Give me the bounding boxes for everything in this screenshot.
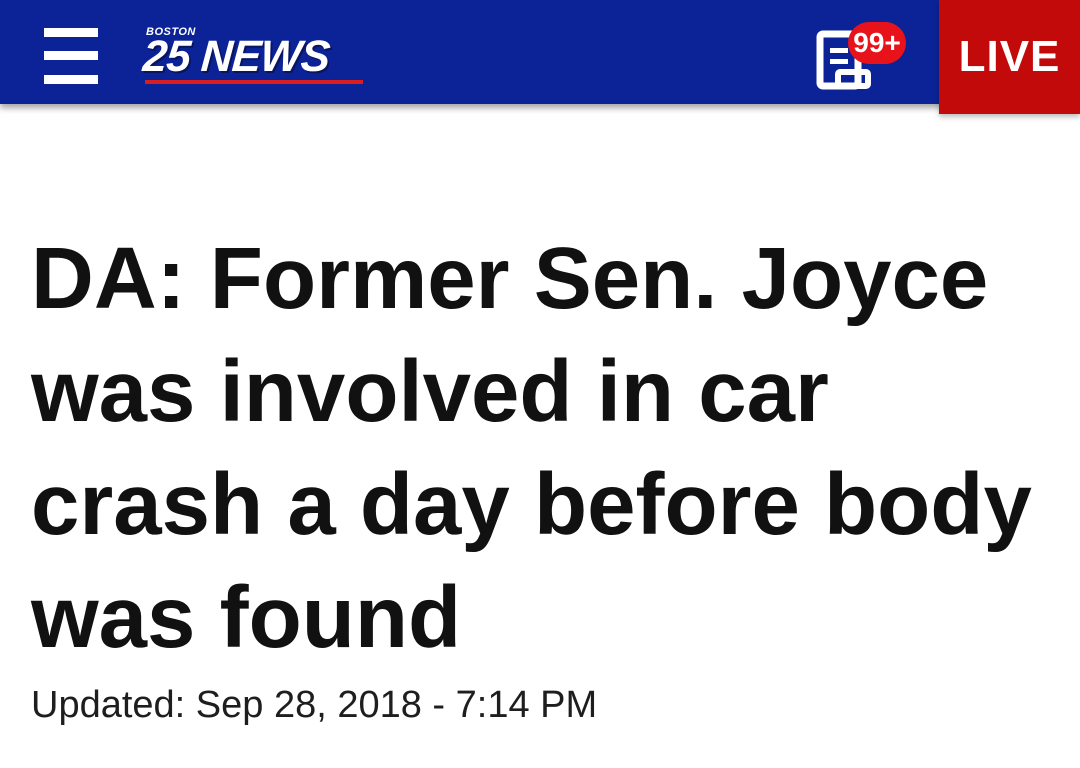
- notification-count-badge: 99+: [848, 22, 906, 64]
- article-header: DA: Former Sen. Joyce was involved in ca…: [31, 222, 1061, 728]
- site-header: BOSTON 25 NEWS 99+: [0, 0, 1080, 104]
- article-updated-timestamp: Updated: Sep 28, 2018 - 7:14 PM: [31, 684, 598, 726]
- live-button[interactable]: LIVE: [939, 0, 1080, 114]
- hamburger-menu-icon[interactable]: [44, 28, 98, 84]
- menu-bar: [44, 51, 98, 60]
- logo-underline: [145, 80, 363, 84]
- article-headline: DA: Former Sen. Joyce was involved in ca…: [31, 230, 1032, 666]
- boston-25-news-logo[interactable]: BOSTON 25 NEWS: [141, 26, 365, 84]
- menu-bar: [44, 28, 98, 37]
- menu-bar: [44, 75, 98, 84]
- news-feed-button[interactable]: 99+: [812, 22, 908, 94]
- logo-brand-text: 25 NEWS: [141, 32, 331, 81]
